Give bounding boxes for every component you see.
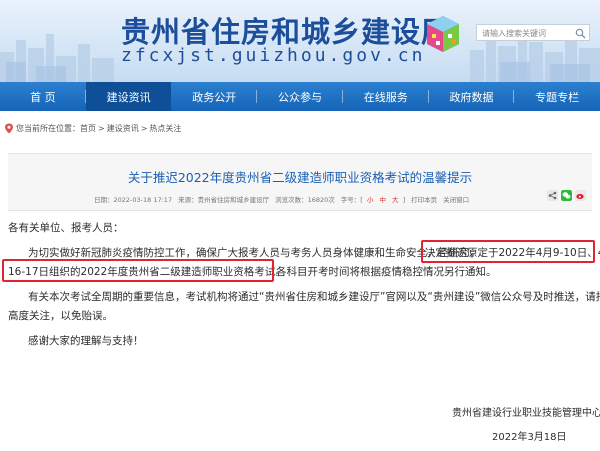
search-placeholder: 请输入搜索关键词	[482, 29, 546, 38]
breadcrumb: 您当前所在位置： 首页 > 建设资讯 > 热点关注	[4, 121, 181, 135]
weibo-share-icon[interactable]	[575, 190, 586, 201]
font-size-label: 字号：[	[340, 196, 363, 204]
paragraph-1-line-2-part-b: 各科目开考时间将根据疫情稳控情况另行通知。	[276, 266, 497, 278]
main-nav: 首 页 建设资讯 政务公开 公众参与 在线服务 政府数据 专题专栏	[0, 82, 600, 111]
nav-item-news[interactable]: 建设资讯	[85, 82, 172, 111]
breadcrumb-home[interactable]: 首页	[80, 123, 96, 134]
location-pin-icon	[5, 123, 13, 133]
breadcrumb-news[interactable]: 建设资讯	[107, 123, 139, 134]
nav-item-gov-data[interactable]: 政府数据	[429, 82, 515, 111]
close-window-button[interactable]: 关闭窗口	[443, 194, 469, 204]
nav-label: 公众参与	[278, 90, 323, 104]
highlight-box	[2, 259, 274, 282]
search-input[interactable]: 请输入搜索关键词	[476, 24, 590, 41]
breadcrumb-hot-topics[interactable]: 热点关注	[149, 123, 181, 134]
article-source: 来源：贵州省住房和城乡建设厅	[178, 196, 270, 204]
print-button[interactable]: 打印本页	[411, 194, 437, 204]
nav-label: 首 页	[30, 90, 56, 104]
font-size-large-button[interactable]: 大	[392, 196, 399, 204]
font-size-medium-button[interactable]: 中	[379, 196, 386, 204]
article-views: 浏览次数：16820次	[275, 196, 335, 204]
font-size-control: 字号：[ 小 中 大 ]	[341, 194, 405, 204]
breadcrumb-separator: >	[140, 123, 148, 133]
nav-item-special-topics[interactable]: 专题专栏	[514, 82, 600, 111]
font-size-small-button[interactable]: 小	[367, 196, 374, 204]
breadcrumb-separator: >	[98, 123, 105, 133]
page: 贵州省住房和城乡建设厅 zfcxjst.guizhou.gov.cn 请输入搜索…	[0, 0, 600, 451]
wechat-share-icon[interactable]	[561, 190, 572, 201]
article-greeting: 各有关单位、报考人员：	[8, 222, 124, 234]
nav-label: 政务公开	[192, 90, 237, 104]
signature-date: 2022年3月18日	[492, 432, 567, 443]
nav-label: 在线服务	[363, 90, 408, 104]
nav-label: 建设资讯	[106, 90, 151, 104]
paragraph-2-line-2: 高度关注，以免贻误。	[8, 310, 113, 322]
site-logo-icon	[427, 16, 459, 52]
nav-item-gov-affairs[interactable]: 政务公开	[171, 82, 258, 111]
nav-item-home[interactable]: 首 页	[0, 82, 86, 111]
share-icon[interactable]	[547, 190, 558, 201]
paragraph-3: 感谢大家的理解与支持！	[28, 335, 144, 347]
nav-label: 专题专栏	[535, 90, 580, 104]
article-header: 关于推迟2022年度贵州省二级建造师职业资格考试的温馨提示 日期：2022-03…	[8, 153, 592, 211]
signature-org: 贵州省建设行业职业技能管理中心	[452, 408, 600, 419]
nav-label: 政府数据	[449, 90, 494, 104]
nav-item-public-participation[interactable]: 公众参与	[257, 82, 343, 111]
font-size-label-end: ]	[402, 196, 406, 204]
share-buttons	[547, 190, 586, 201]
article-meta: 日期：2022-03-18 17:17 来源：贵州省住房和城乡建设厅 浏览次数：…	[94, 194, 475, 204]
nav-item-online-service[interactable]: 在线服务	[343, 82, 429, 111]
paragraph-2-line-1: 有关本次考试全周期的重要信息，考试机构将通过“贵州省住房和城乡建设厅”官网以及“…	[28, 291, 600, 303]
site-url: zfcxjst.guizhou.gov.cn	[121, 45, 426, 66]
highlight-box	[421, 240, 595, 263]
article-title: 关于推迟2022年度贵州省二级建造师职业资格考试的温馨提示	[127, 170, 473, 185]
search-icon[interactable]	[575, 28, 586, 39]
header-banner: 贵州省住房和城乡建设厅 zfcxjst.guizhou.gov.cn 请输入搜索…	[0, 0, 600, 82]
article-date: 日期：2022-03-18 17:17	[94, 196, 173, 204]
breadcrumb-prefix: 您当前所在位置：	[16, 123, 80, 133]
